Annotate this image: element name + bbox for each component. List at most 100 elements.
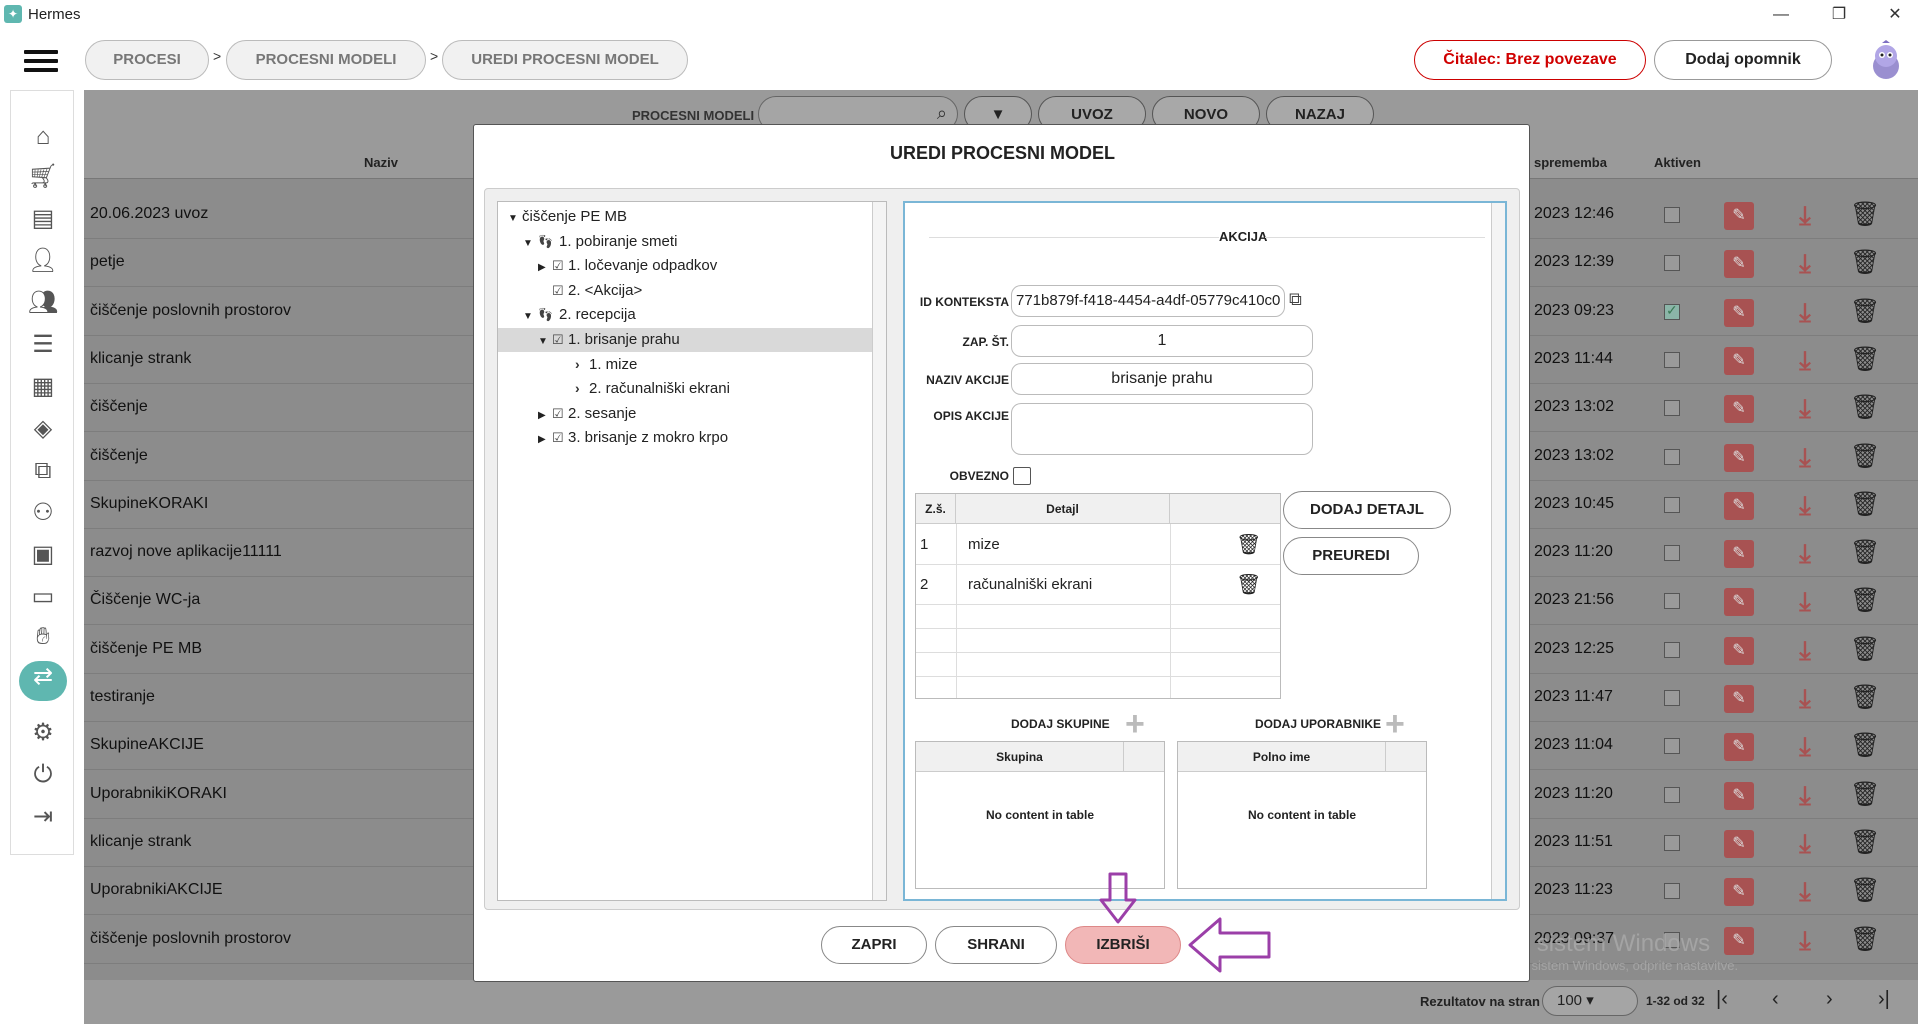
trash-icon[interactable]: 🗑︎: [1850, 392, 1880, 424]
users-icon[interactable]: 👥︎: [27, 287, 59, 319]
download-icon[interactable]: ⤓: [1790, 730, 1820, 762]
edit-icon[interactable]: ✎: [1724, 781, 1754, 810]
tree-node[interactable]: ☑ 2. <Akcija>: [538, 282, 642, 299]
edit-icon[interactable]: ✎: [1724, 298, 1754, 327]
edit-icon[interactable]: ✎: [1724, 443, 1754, 472]
save-button[interactable]: SHRANI: [935, 926, 1057, 964]
minimize-button[interactable]: —: [1758, 0, 1804, 30]
worker-icon[interactable]: ⚇: [27, 497, 59, 529]
download-icon[interactable]: ⤓: [1790, 489, 1820, 521]
settings-icon[interactable]: ⚙︎: [27, 717, 59, 749]
expand-toggle-icon[interactable]: ▶: [538, 434, 552, 445]
expand-toggle-icon[interactable]: ▼: [538, 336, 552, 347]
download-icon[interactable]: ⤓: [1790, 344, 1820, 376]
download-icon[interactable]: ⤓: [1790, 441, 1820, 473]
trash-icon[interactable]: 🗑︎: [1850, 344, 1880, 376]
download-icon[interactable]: ⤓: [1790, 827, 1820, 859]
active-checkbox[interactable]: [1664, 738, 1680, 755]
next-page-icon[interactable]: ›: [1826, 988, 1833, 1011]
maximize-button[interactable]: ❐: [1816, 0, 1862, 30]
edit-icon[interactable]: ✎: [1724, 588, 1754, 617]
delete-button[interactable]: IZBRIŠI: [1065, 926, 1181, 964]
reorder-button[interactable]: PREUREDI: [1283, 537, 1419, 575]
close-button[interactable]: ZAPRI: [821, 926, 927, 964]
expand-toggle-icon[interactable]: ▼: [523, 238, 537, 249]
trash-icon[interactable]: 🗑︎: [1236, 572, 1261, 597]
trash-icon[interactable]: 🗑︎: [1850, 247, 1880, 279]
cart-icon[interactable]: 🛒︎: [27, 161, 59, 193]
tree-node[interactable]: ▼ 👣︎ 1. pobiranje smeti: [523, 233, 677, 250]
breadcrumb-procesni-modeli[interactable]: PROCESNI MODELI: [226, 40, 426, 80]
download-icon[interactable]: ⤓: [1790, 199, 1820, 231]
required-checkbox[interactable]: [1013, 467, 1031, 485]
edit-icon[interactable]: ✎: [1724, 878, 1754, 907]
edit-icon[interactable]: ✎: [1724, 540, 1754, 569]
trash-icon[interactable]: 🗑︎: [1850, 924, 1880, 956]
trash-icon[interactable]: 🗑︎: [1850, 441, 1880, 473]
edit-icon[interactable]: ✎: [1724, 636, 1754, 665]
active-checkbox[interactable]: [1664, 448, 1680, 465]
edit-icon[interactable]: ✎: [1724, 346, 1754, 375]
active-checkbox[interactable]: [1664, 207, 1680, 223]
action-name-field[interactable]: brisanje prahu: [1011, 363, 1313, 395]
org-chart-icon[interactable]: ⧉: [27, 455, 59, 487]
avatar[interactable]: [1868, 40, 1904, 80]
prev-page-icon[interactable]: ‹: [1772, 988, 1779, 1011]
edit-icon[interactable]: ✎: [1724, 395, 1754, 424]
active-checkbox[interactable]: [1664, 883, 1680, 900]
chat-icon[interactable]: ▭: [27, 581, 59, 613]
tree-node[interactable]: ▼ čiščenje PE MB: [508, 208, 627, 225]
handshake-icon[interactable]: ✋︎: [27, 621, 59, 653]
download-icon[interactable]: ⤓: [1790, 585, 1820, 617]
active-checkbox[interactable]: [1664, 400, 1680, 417]
copy-icon[interactable]: ⧉: [1289, 289, 1302, 310]
trash-icon[interactable]: 🗑︎: [1850, 827, 1880, 859]
expand-toggle-icon[interactable]: ▼: [508, 213, 522, 224]
trash-icon[interactable]: 🗑︎: [1850, 682, 1880, 714]
expand-toggle-icon[interactable]: ▶: [538, 262, 552, 273]
download-icon[interactable]: ⤓: [1790, 296, 1820, 328]
trash-icon[interactable]: 🗑︎: [1850, 199, 1880, 231]
download-icon[interactable]: ⤓: [1790, 875, 1820, 907]
trash-icon[interactable]: 🗑︎: [1850, 489, 1880, 521]
download-icon[interactable]: ⤓: [1790, 537, 1820, 569]
menu-icon[interactable]: [24, 50, 58, 74]
context-id-field[interactable]: 771b879f-f418-4454-a4df-05779c410c0: [1011, 285, 1285, 317]
download-icon[interactable]: ⤓: [1790, 924, 1820, 956]
edit-icon[interactable]: ✎: [1724, 829, 1754, 858]
trash-icon[interactable]: 🗑︎: [1850, 537, 1880, 569]
power-icon[interactable]: ⏻: [27, 759, 59, 791]
trash-icon[interactable]: 🗑︎: [1236, 532, 1261, 557]
calendar-icon[interactable]: ▦: [27, 371, 59, 403]
layers-icon[interactable]: ◈: [27, 413, 59, 445]
active-checkbox[interactable]: [1664, 786, 1680, 803]
document-icon[interactable]: ▤: [27, 203, 59, 235]
briefcase-icon[interactable]: ▣: [27, 539, 59, 571]
user-icon[interactable]: 👤︎: [27, 245, 59, 277]
expand-toggle-icon[interactable]: ▶: [538, 410, 552, 421]
download-icon[interactable]: ⤓: [1790, 392, 1820, 424]
column-header-change[interactable]: sprememba: [1534, 155, 1607, 170]
tree-node[interactable]: ▶ ☑ 2. sesanje: [538, 405, 636, 422]
active-checkbox[interactable]: [1664, 690, 1680, 706]
process-icon[interactable]: ⇄: [19, 661, 67, 701]
column-header-active[interactable]: Aktiven: [1654, 155, 1701, 170]
edit-icon[interactable]: ✎: [1724, 733, 1754, 762]
trash-icon[interactable]: 🗑︎: [1850, 296, 1880, 328]
expand-toggle-icon[interactable]: ▼: [523, 311, 537, 322]
add-users-icon[interactable]: +: [1385, 707, 1405, 741]
breadcrumb-uredi-procesni-model[interactable]: UREDI PROCESNI MODEL: [442, 40, 688, 80]
add-reminder-button[interactable]: Dodaj opomnik: [1654, 40, 1832, 80]
download-icon[interactable]: ⤓: [1790, 682, 1820, 714]
per-page-select[interactable]: 100 ▾: [1542, 986, 1638, 1016]
active-checkbox[interactable]: [1664, 593, 1680, 610]
logout-icon[interactable]: ⇥: [27, 801, 59, 833]
last-page-icon[interactable]: ›|: [1878, 988, 1890, 1011]
add-detail-button[interactable]: DODAJ DETAJL: [1283, 491, 1451, 529]
download-icon[interactable]: ⤓: [1790, 247, 1820, 279]
tree-node[interactable]: ▼ ☑ 1. brisanje prahu: [538, 331, 680, 348]
trash-icon[interactable]: 🗑︎: [1850, 634, 1880, 666]
active-checkbox[interactable]: [1664, 351, 1680, 368]
tree-node[interactable]: › 2. računalniški ekrani: [561, 380, 730, 397]
action-description-field[interactable]: [1011, 403, 1313, 455]
